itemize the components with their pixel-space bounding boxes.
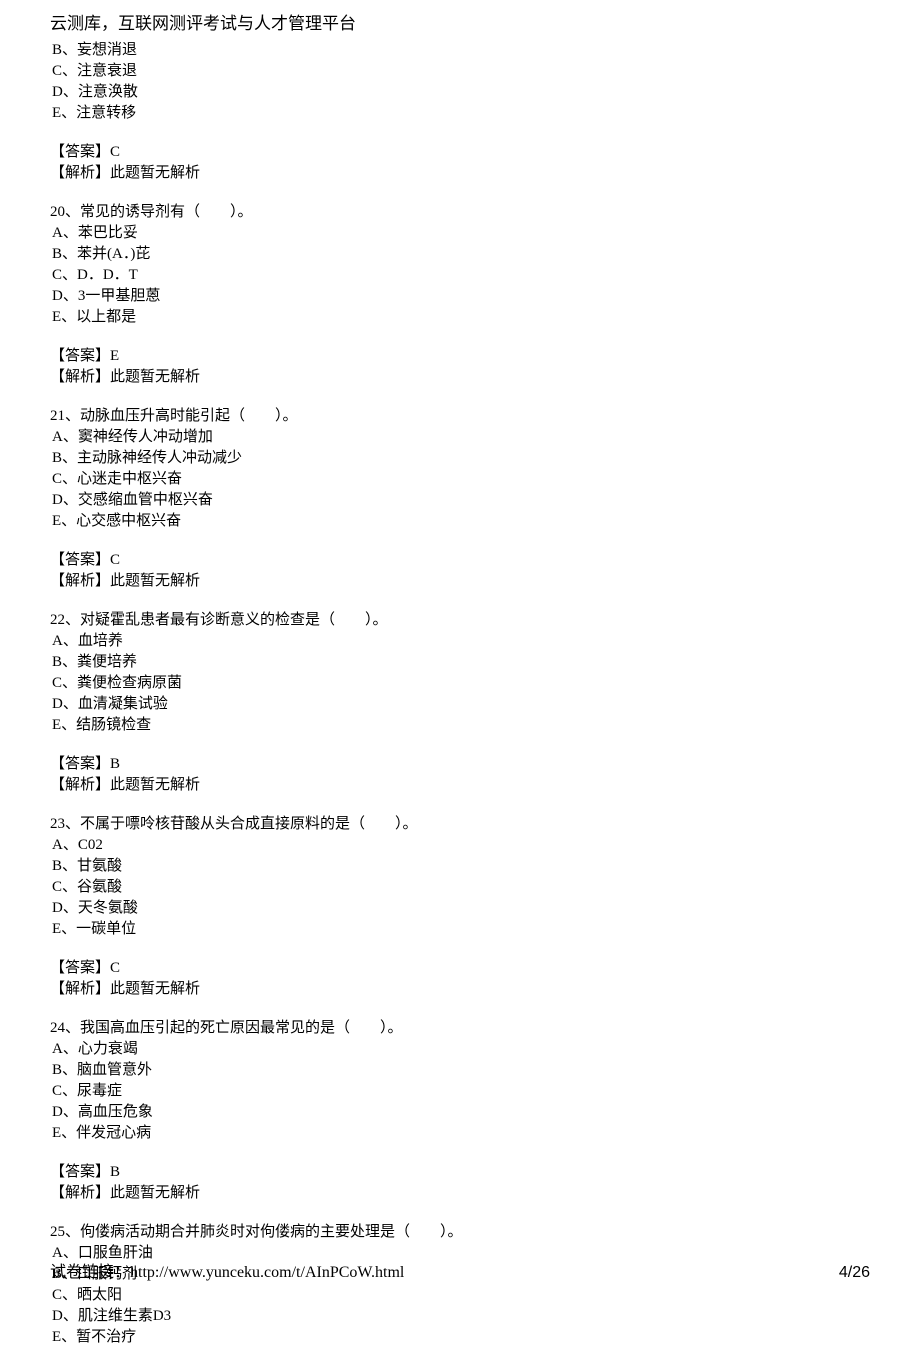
option-e: E、注意转移 (52, 103, 870, 124)
partial-answer: 【答案】C 【解析】此题暂无解析 (50, 142, 870, 184)
question-block: 25、佝偻病活动期合并肺炎时对佝偻病的主要处理是（ ）。A、口服鱼肝油B、口服钙… (50, 1222, 870, 1348)
analysis-label: 【解析】此题暂无解析 (50, 571, 870, 592)
option: B、苯并(A．)芘 (52, 244, 870, 265)
option: A、苯巴比妥 (52, 223, 870, 244)
answer-block: 【答案】C【解析】此题暂无解析 (50, 550, 870, 592)
question-stem: 23、不属于嘌呤核苷酸从头合成直接原料的是（ ）。 (50, 814, 870, 835)
option: B、粪便培养 (52, 652, 870, 673)
answer-label: 【答案】B (50, 1162, 870, 1183)
option: B、主动脉神经传人冲动减少 (52, 448, 870, 469)
question-stem: 22、对疑霍乱患者最有诊断意义的检查是（ ）。 (50, 610, 870, 631)
answer-label: 【答案】B (50, 754, 870, 775)
option: B、脑血管意外 (52, 1060, 870, 1081)
option: D、3一甲基胆蒽 (52, 286, 870, 307)
question-block: 23、不属于嘌呤核苷酸从头合成直接原料的是（ ）。A、C02B、甘氨酸C、谷氨酸… (50, 814, 870, 940)
question-stem: 21、动脉血压升高时能引起（ ）。 (50, 406, 870, 427)
option: C、晒太阳 (52, 1285, 870, 1306)
page-footer: 试卷链接：http://www.yunceku.com/t/AInPCoW.ht… (50, 1262, 870, 1284)
answer-label: 【答案】E (50, 346, 870, 367)
analysis-label: 【解析】此题暂无解析 (50, 979, 870, 1000)
option-c: C、注意衰退 (52, 61, 870, 82)
question-stem: 25、佝偻病活动期合并肺炎时对佝偻病的主要处理是（ ）。 (50, 1222, 870, 1243)
analysis-label: 【解析】此题暂无解析 (50, 1183, 870, 1204)
option-b: B、妄想消退 (52, 40, 870, 61)
option: E、伴发冠心病 (52, 1123, 870, 1144)
question-block: 20、常见的诱导剂有（ ）。A、苯巴比妥B、苯并(A．)芘C、D．D．TD、3一… (50, 202, 870, 328)
option: E、心交感中枢兴奋 (52, 511, 870, 532)
answer-block: 【答案】B【解析】此题暂无解析 (50, 754, 870, 796)
option: A、心力衰竭 (52, 1039, 870, 1060)
option: E、一碳单位 (52, 919, 870, 940)
page-header: 云测库，互联网测评考试与人才管理平台 (50, 12, 870, 36)
answer-block: 【答案】C【解析】此题暂无解析 (50, 958, 870, 1000)
analysis-label: 【解析】此题暂无解析 (50, 775, 870, 796)
option: A、C02 (52, 835, 870, 856)
option: C、粪便检查病原菌 (52, 673, 870, 694)
answer-label: 【答案】C (50, 958, 870, 979)
option: B、甘氨酸 (52, 856, 870, 877)
option: C、心迷走中枢兴奋 (52, 469, 870, 490)
analysis-label: 【解析】此题暂无解析 (50, 163, 870, 184)
question-block: 24、我国高血压引起的死亡原因最常见的是（ ）。A、心力衰竭B、脑血管意外C、尿… (50, 1018, 870, 1144)
option: D、血清凝集试验 (52, 694, 870, 715)
question-block: 21、动脉血压升高时能引起（ ）。A、窦神经传人冲动增加B、主动脉神经传人冲动减… (50, 406, 870, 532)
option: E、暂不治疗 (52, 1327, 870, 1348)
question-stem: 24、我国高血压引起的死亡原因最常见的是（ ）。 (50, 1018, 870, 1039)
answer-block: 【答案】E【解析】此题暂无解析 (50, 346, 870, 388)
question-stem: 20、常见的诱导剂有（ ）。 (50, 202, 870, 223)
option-d: D、注意涣散 (52, 82, 870, 103)
answer-label: 【答案】C (50, 550, 870, 571)
answer-block: 【答案】B【解析】此题暂无解析 (50, 1162, 870, 1204)
option: D、天冬氨酸 (52, 898, 870, 919)
option: D、交感缩血管中枢兴奋 (52, 490, 870, 511)
partial-question: B、妄想消退 C、注意衰退 D、注意涣散 E、注意转移 (50, 40, 870, 124)
option: D、高血压危象 (52, 1102, 870, 1123)
page-number: 4/26 (839, 1262, 870, 1284)
footer-link: 试卷链接：http://www.yunceku.com/t/AInPCoW.ht… (50, 1262, 404, 1284)
question-block: 22、对疑霍乱患者最有诊断意义的检查是（ ）。A、血培养B、粪便培养C、粪便检查… (50, 610, 870, 736)
option: A、窦神经传人冲动增加 (52, 427, 870, 448)
option: C、D．D．T (52, 265, 870, 286)
answer-label: 【答案】C (50, 142, 870, 163)
option: E、结肠镜检查 (52, 715, 870, 736)
option: C、谷氨酸 (52, 877, 870, 898)
option: C、尿毒症 (52, 1081, 870, 1102)
option: E、以上都是 (52, 307, 870, 328)
analysis-label: 【解析】此题暂无解析 (50, 367, 870, 388)
option: D、肌注维生素D3 (52, 1306, 870, 1327)
option: A、血培养 (52, 631, 870, 652)
